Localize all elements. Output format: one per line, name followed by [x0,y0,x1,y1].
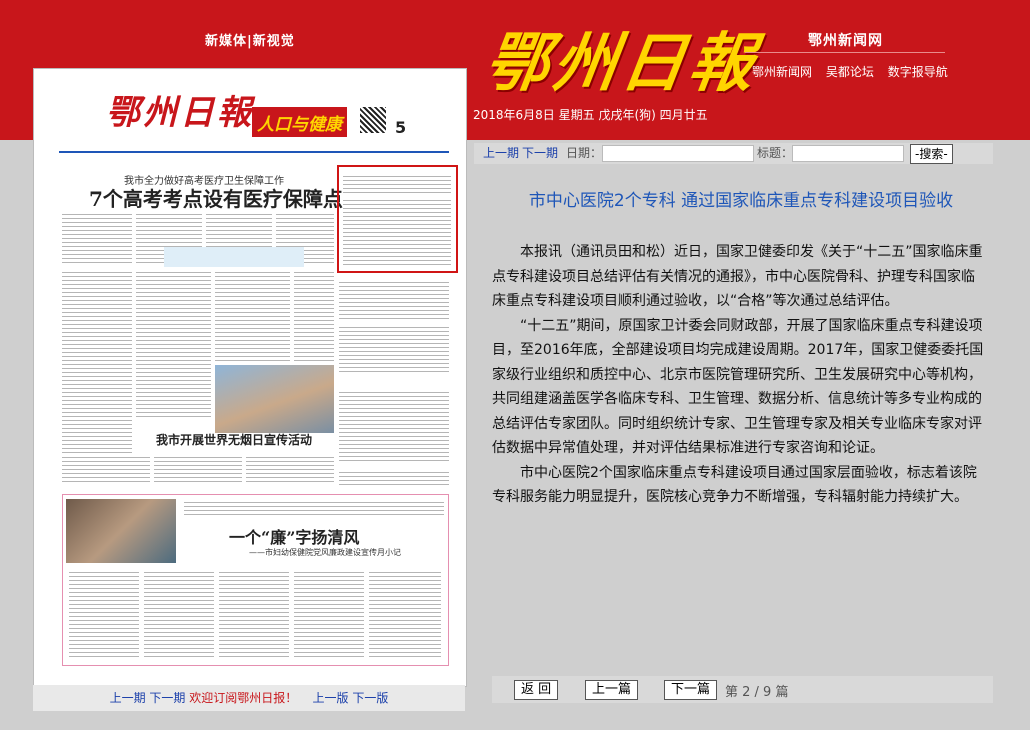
text-column [339,389,449,464]
toolbar-prev-issue[interactable]: 上一期 [483,143,519,164]
text-column [369,569,441,659]
link-wudu-forum[interactable]: 吴都论坛 [826,65,874,79]
text-column [294,569,364,659]
article-title: 市中心医院2个专科 通过国家临床重点专科建设项目验收 [528,191,954,211]
newspaper-page-thumbnail[interactable]: 人口与健康 我市全力做好高考医疗卫生保障工作 7个高考考点设有医疗保障点 我市开… [33,68,467,687]
text-column [246,454,334,484]
headline-1[interactable]: 7个高考考点设有医疗保障点 [89,183,343,212]
news-photo-classroom[interactable] [215,365,334,433]
network-divider [745,52,945,53]
back-button[interactable]: 返 回 [514,680,559,700]
headline-3[interactable]: 一个“廉”字扬清风 [229,524,359,548]
network-links: 鄂州新闻网 吴都论坛 数字报导航 [752,63,958,80]
text-column [215,269,290,364]
article-paragraph: “十二五”期间，原国家卫计委会同财政部，开展了国家临床重点专科建设项目，至201… [492,317,984,457]
page-title: 人口与健康 [257,115,342,135]
selected-article-highlight[interactable] [337,165,458,273]
paper-page-number: 5 [395,118,407,137]
search-button-wrap: -搜索- [910,143,960,164]
search-button[interactable]: -搜索- [910,144,953,164]
next-issue-link[interactable]: 下一期 [149,691,185,705]
link-news-site[interactable]: 鄂州新闻网 [752,65,812,79]
link-digital-nav[interactable]: 数字报导航 [888,65,948,79]
next-page-link[interactable]: 下一版 [352,691,388,705]
article-paragraph: 市中心医院2个国家临床重点专科建设项目通过国家层面验收，标志着该院专科服务能力明… [492,464,977,506]
text-column [294,269,334,364]
text-column [69,569,139,659]
headline-2[interactable]: 我市开展世界无烟日宣传活动 [156,431,312,448]
text-column [339,279,449,319]
newspaper-logo[interactable]: 鄂州日報 [480,12,765,104]
text-column [62,211,132,263]
paper-bottom-bar: 上一期 下一期 欢迎订阅鄂州日报！ 上一版 下一版 [33,685,465,711]
toolbar-next-issue[interactable]: 下一期 [522,143,558,164]
text-column [136,269,211,419]
title-search-input[interactable] [792,145,904,162]
qr-code-icon [360,107,386,133]
network-title[interactable]: 鄂州新闻网 [808,30,883,50]
title-label: 标题： [757,146,794,160]
article-page-info: 第 2 / 9 篇 [725,685,789,700]
article-pager: 返 回 上一篇 下一篇 第 2 / 9 篇 [492,676,993,703]
slogan: 新媒体|新视觉 [205,34,295,49]
news-photo-meeting[interactable] [66,499,176,563]
date-input[interactable] [602,145,754,162]
section-banner [164,247,304,267]
text-column [343,197,451,265]
subscribe-text: 欢迎订阅鄂州日报！ [189,691,298,705]
headline-3-sub: ——市妇幼保健院党风廉政建设宣传月小记 [249,548,401,557]
text-column [184,499,444,515]
prev-issue-link[interactable]: 上一期 [110,691,146,705]
text-column [339,324,449,374]
text-column [62,454,150,484]
prev-article-button[interactable]: 上一篇 [585,680,639,700]
prev-page-link[interactable]: 上一版 [313,691,349,705]
page-title-box: 人口与健康 [252,107,347,137]
text-column [343,173,451,193]
text-column [144,569,214,659]
paper-masthead: 鄂州日報 [106,93,254,133]
article-paragraph: 本报讯（通讯员田和松）近日，国家卫健委印发《关于“十二五”国家临床重点专科建设项… [492,244,983,309]
article-body: 本报讯（通讯员田和松）近日，国家卫健委印发《关于“十二五”国家临床重点专科建设项… [492,240,987,510]
text-column [154,454,242,484]
masthead-rule [59,151,449,153]
issue-date: 2018年6月8日 星期五 戊戌年(狗) 四月廿五 [473,108,708,122]
next-article-button[interactable]: 下一篇 [664,680,718,700]
date-label: 日期： [566,146,603,160]
text-column [62,269,132,479]
text-column [339,469,449,487]
text-column [219,569,289,659]
